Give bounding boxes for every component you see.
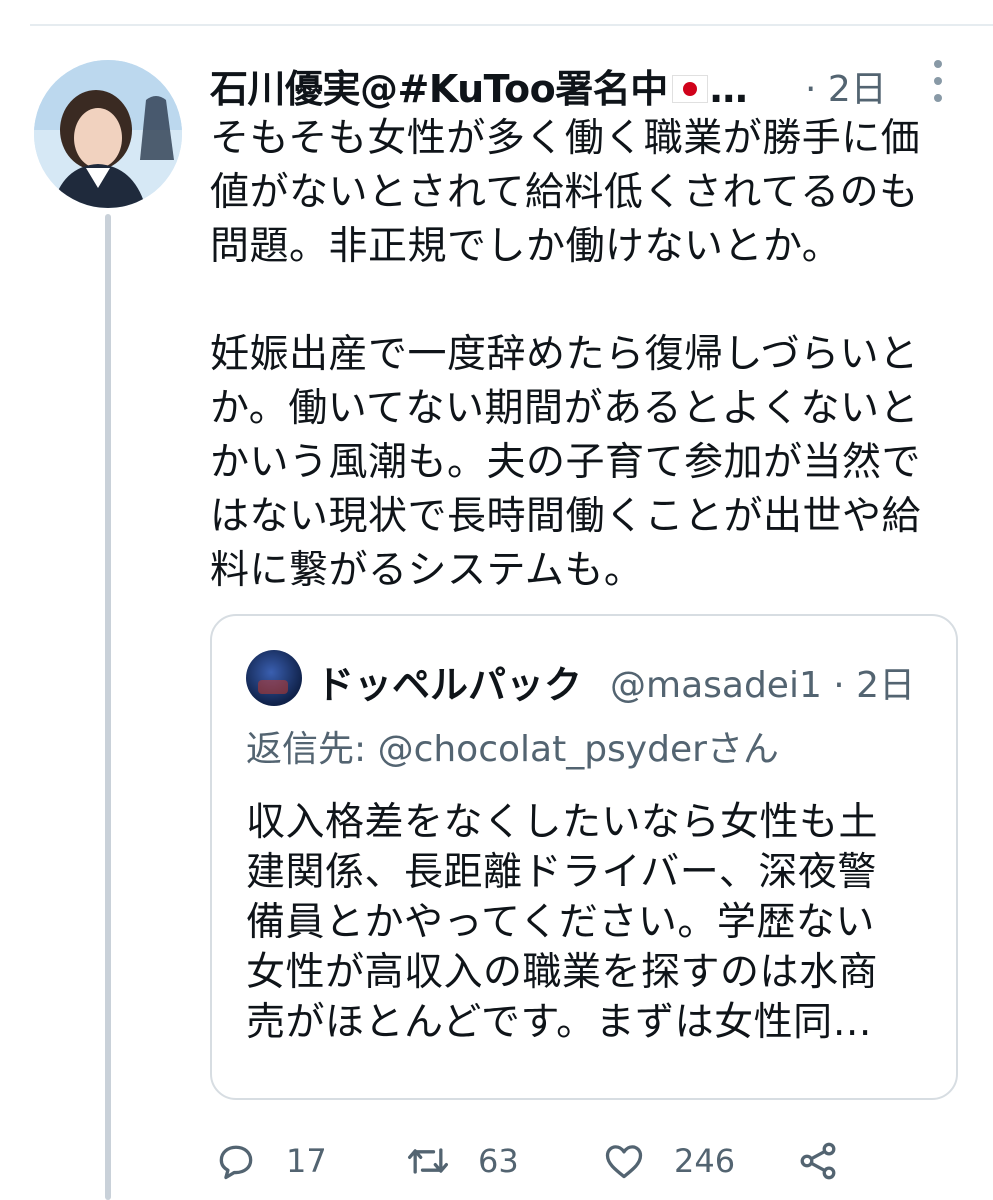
quoted-tweet-text: 収入格差をなくしたいなら女性も土 建関係、長距離ドライバー、深夜警 備員とかやっ… bbox=[246, 800, 879, 1045]
name-ellipsis: … bbox=[709, 67, 748, 111]
quoted-author-avatar[interactable] bbox=[246, 650, 302, 706]
retweet-button[interactable]: 63 bbox=[406, 1138, 519, 1184]
author-name-text: 石川優実@#KuToo署名中 bbox=[210, 67, 668, 111]
like-button[interactable]: 246 bbox=[602, 1138, 735, 1184]
share-icon bbox=[800, 1142, 836, 1180]
tweet-text: そもそも女性が多く働く職業が勝手に価 値がないとされて給料低くされてるのも 問題… bbox=[210, 116, 922, 593]
heart-icon bbox=[605, 1145, 643, 1179]
retweet-count: 63 bbox=[478, 1142, 519, 1180]
tweet-actions: 17 63 246 bbox=[214, 1138, 974, 1184]
share-button[interactable] bbox=[796, 1138, 840, 1184]
quoted-tweet[interactable]: ドッペルパック @masadei1 · 2日 返信先: @chocolat_ps… bbox=[210, 614, 958, 1100]
avatar-photo bbox=[34, 60, 182, 208]
author-avatar[interactable] bbox=[34, 60, 182, 208]
retweet-icon bbox=[408, 1148, 448, 1174]
like-count: 246 bbox=[674, 1142, 736, 1180]
top-divider bbox=[30, 24, 993, 26]
reply-icon bbox=[219, 1145, 253, 1180]
quoted-handle-time: @masadei1 · 2日 bbox=[610, 665, 916, 706]
author-name[interactable]: 石川優実@#KuToo署名中 … bbox=[210, 58, 748, 113]
more-options-icon[interactable] bbox=[928, 60, 948, 104]
japan-flag-icon bbox=[671, 74, 708, 103]
thread-line bbox=[105, 214, 111, 1200]
quoted-reply-to: 返信先: @chocolat_psyderさん bbox=[246, 729, 779, 770]
reply-count: 17 bbox=[286, 1142, 327, 1180]
quoted-author-name: ドッペルパック bbox=[316, 663, 583, 707]
reply-button[interactable]: 17 bbox=[214, 1138, 327, 1184]
tweet-time[interactable]: · 2日 bbox=[805, 60, 887, 112]
